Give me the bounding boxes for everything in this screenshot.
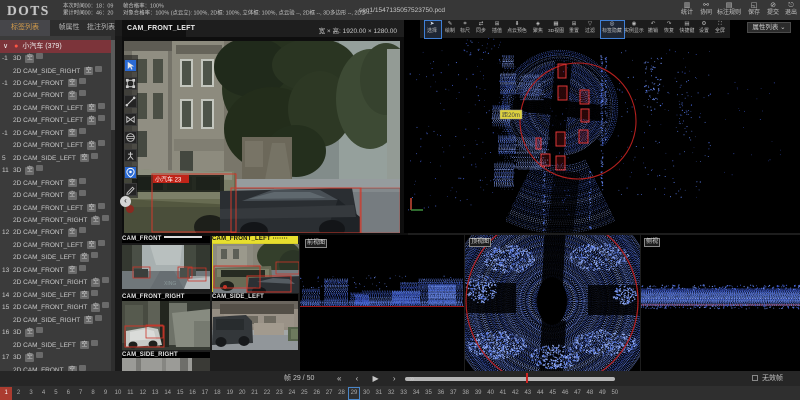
svg-text:小汽车 23: 小汽车 23 xyxy=(155,176,182,184)
svg-text:XING: XING xyxy=(164,281,176,287)
svg-text:距20m: 距20m xyxy=(502,112,520,119)
